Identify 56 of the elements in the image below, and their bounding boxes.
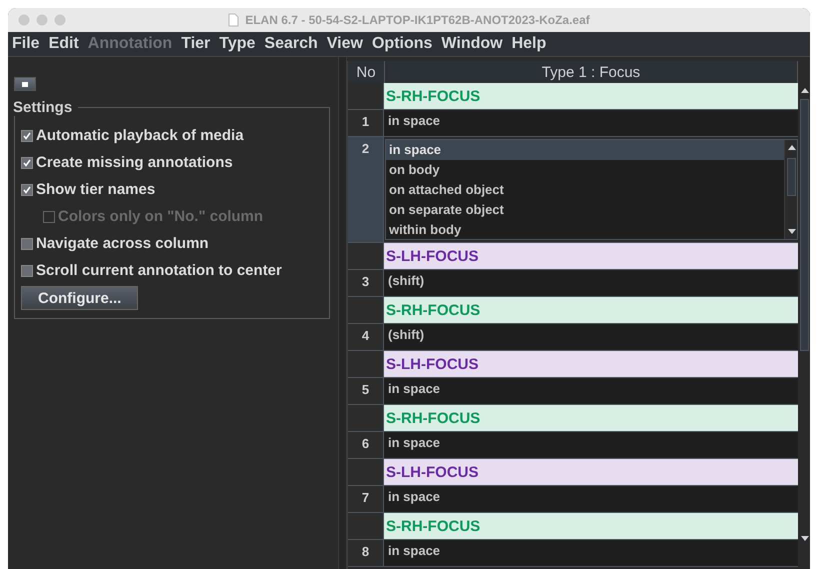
scroll-down-icon[interactable] (788, 229, 796, 234)
checkbox[interactable] (21, 184, 33, 196)
scrollbar[interactable] (784, 140, 797, 239)
list-item[interactable]: on attached object (386, 180, 784, 200)
annotation-cell[interactable]: in space (384, 432, 798, 458)
menu-item[interactable]: Tier (181, 35, 210, 53)
menu-item[interactable]: Type (219, 35, 256, 53)
column-header[interactable]: Type 1 : Focus (385, 61, 798, 83)
configure-button[interactable]: Configure... (21, 286, 138, 310)
tier-name: S-LH-FOCUS (384, 243, 798, 269)
row-number: 2 (348, 137, 384, 242)
menu-item[interactable]: Edit (48, 35, 79, 53)
window-title: ELAN 6.7 - 50-54-S2-LAPTOP-IK1PT62B-ANOT2023-KoZa.eaf (245, 13, 590, 27)
annotation-cell[interactable]: in space (384, 486, 798, 512)
checkbox-label[interactable]: Navigate across column (36, 235, 209, 252)
checkmark-icon (23, 132, 31, 140)
list-item[interactable]: on separate object (386, 199, 784, 220)
checkbox[interactable] (21, 156, 33, 168)
checkmark-icon (23, 158, 31, 166)
checkbox[interactable] (21, 264, 33, 276)
annotation-cell[interactable]: (shift) (384, 324, 798, 350)
annotation-cell[interactable]: in space (384, 378, 798, 404)
tier-name: S-LH-FOCUS (384, 351, 798, 377)
tier-name: S-RH-FOCUS (384, 83, 798, 109)
list-item[interactable]: on body (386, 160, 784, 180)
menu-item[interactable]: Help (512, 35, 546, 53)
settings-title: Settings (13, 99, 74, 116)
annotation-cell[interactable]: in space (384, 540, 798, 566)
checkbox-label[interactable]: Automatic playback of media (36, 127, 244, 144)
value-list[interactable]: in space on body on attached object on separate object within body (385, 139, 798, 240)
document-icon (228, 13, 240, 27)
menu-item[interactable]: File (12, 35, 40, 53)
annotation-cell[interactable]: (shift) (384, 270, 798, 296)
scroll-up-icon[interactable] (801, 88, 809, 93)
menu-item[interactable]: Search (264, 35, 318, 53)
checkbox[interactable] (21, 238, 33, 250)
tier-name: S-RH-FOCUS (384, 297, 798, 323)
checkbox[interactable] (21, 130, 33, 142)
checkmark-icon (23, 186, 31, 194)
tier-name: S-LH-FOCUS (384, 459, 798, 485)
list-item[interactable]: in space (386, 140, 784, 160)
tier-name: S-RH-FOCUS (384, 405, 798, 431)
menu-item[interactable]: Window (441, 35, 503, 53)
checkbox-label[interactable]: Create missing annotations (36, 154, 233, 171)
column-header[interactable]: No (348, 61, 385, 83)
scroll-down-icon[interactable] (801, 536, 809, 541)
menu-item[interactable]: View (326, 35, 363, 53)
checkbox-label[interactable]: Show tier names (36, 181, 156, 198)
scroll-up-icon[interactable] (788, 145, 796, 150)
tier-name: S-RH-FOCUS (384, 513, 798, 539)
menu-item[interactable]: Options (372, 35, 432, 53)
detach-button[interactable] (14, 77, 36, 91)
window-icon (21, 80, 29, 88)
list-item[interactable]: within body (386, 219, 784, 239)
checkbox-label[interactable]: Scroll current annotation to center (36, 262, 282, 279)
annotation-cell[interactable]: in space (384, 110, 798, 136)
